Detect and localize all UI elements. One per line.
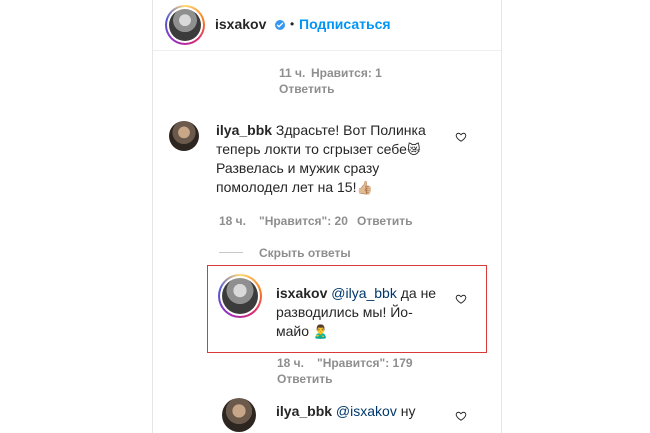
comment-3-text: isxakov @ilya_bbk да не разводились мы! … [276, 284, 456, 341]
comment-4-mention[interactable]: @isxakov [336, 403, 397, 419]
comment-2-heart-icon[interactable] [455, 131, 467, 143]
comment-2-time: 18 ч. [219, 214, 246, 228]
comment-4-line-1-rest: ну [396, 403, 416, 419]
comment-2-line-3: Развелась и мужик сразу [216, 160, 380, 176]
screenshot-canvas: isxakov • Подписаться 11 ч. Нравится: 1 … [0, 0, 650, 433]
comment-4-text: ilya_bbk @isxakov ну [276, 402, 456, 421]
comment-3-likes[interactable]: "Нравится": 179 [317, 356, 413, 370]
hide-replies-button[interactable]: Скрыть ответы [259, 246, 351, 260]
person-emoji: 🙎‍♂️ [312, 324, 330, 339]
comment-3-reply[interactable]: Ответить [277, 372, 332, 386]
comment-3-heart-icon[interactable] [455, 293, 467, 305]
hide-replies-line [219, 252, 243, 253]
comment-2-line-2: теперь локти то сгрызет себе [216, 141, 407, 157]
comment-2-reply[interactable]: Ответить [357, 214, 412, 228]
comment-2-line-1: Здрасьте! Вот Полинка [275, 122, 426, 138]
comment-4-username[interactable]: ilya_bbk [276, 403, 332, 419]
comment-1-reply[interactable]: Ответить [279, 82, 334, 96]
comments-panel: isxakov • Подписаться 11 ч. Нравится: 1 … [152, 0, 502, 433]
comment-1-time: 11 ч. [279, 66, 306, 80]
comment-3-avatar[interactable] [222, 278, 258, 314]
comment-3-time: 18 ч. [277, 356, 304, 370]
comment-3-line-3: майо [276, 323, 310, 339]
comment-3-line-2: разводились мы! Йо- [276, 304, 413, 320]
header-username[interactable]: isxakov [215, 16, 266, 32]
comment-2-line-4: помолодел лет на 15! [216, 179, 357, 195]
comment-3-line-1-rest: да не [396, 285, 437, 301]
verified-badge-icon [275, 20, 285, 30]
comment-4-avatar[interactable] [222, 398, 256, 432]
comment-1-likes[interactable]: Нравится: 1 [311, 66, 382, 80]
header-avatar[interactable] [169, 9, 201, 41]
comment-2-username[interactable]: ilya_bbk [216, 122, 272, 138]
cat-face-emoji: 😿 [406, 142, 421, 157]
comment-2-avatar[interactable] [169, 121, 199, 151]
post-header: isxakov • Подписаться [153, 0, 501, 51]
header-separator: • [290, 17, 295, 31]
comment-3-username[interactable]: isxakov [276, 285, 327, 301]
comment-2-text: ilya_bbk Здрасьте! Вот Полинка теперь ло… [216, 121, 476, 197]
comment-2-likes[interactable]: "Нравится": 20 [259, 214, 348, 228]
thumbs-up-emoji: 👍🏼 [356, 180, 373, 195]
comment-4-heart-icon[interactable] [455, 410, 467, 422]
follow-button[interactable]: Подписаться [299, 16, 391, 32]
comment-3-mention[interactable]: @ilya_bbk [331, 285, 397, 301]
